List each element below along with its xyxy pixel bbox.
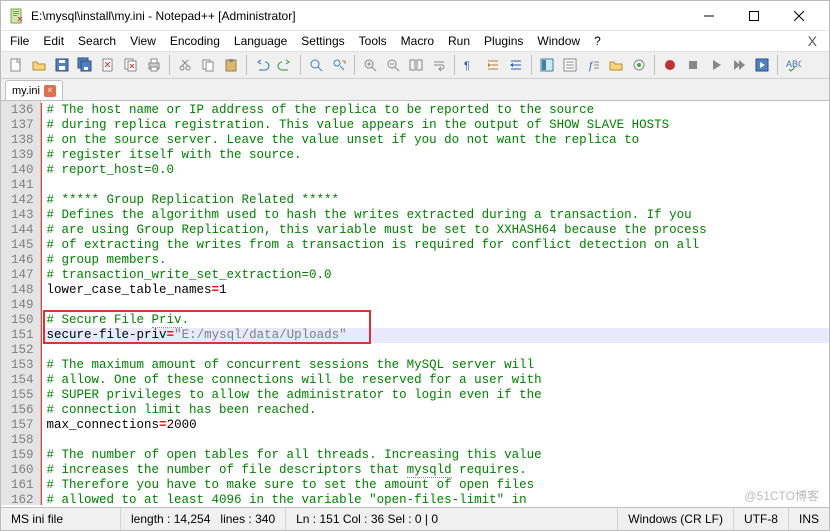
app-icon xyxy=(9,8,25,24)
show-ws-icon[interactable]: ¶ xyxy=(459,54,481,76)
print-icon[interactable] xyxy=(143,54,165,76)
copy-icon[interactable] xyxy=(197,54,219,76)
save-macro-icon[interactable] xyxy=(751,54,773,76)
folder-view-icon[interactable] xyxy=(605,54,627,76)
zoom-out-icon[interactable] xyxy=(382,54,404,76)
close-file-icon[interactable] xyxy=(97,54,119,76)
menu-plugins[interactable]: Plugins xyxy=(477,32,530,50)
func-list-icon[interactable]: ƒ xyxy=(582,54,604,76)
close-all-icon[interactable] xyxy=(120,54,142,76)
status-eol[interactable]: Windows (CR LF) xyxy=(618,508,734,530)
menu-tools[interactable]: Tools xyxy=(352,32,394,50)
status-encoding[interactable]: UTF-8 xyxy=(734,508,789,530)
tab-label: my.ini xyxy=(12,85,40,97)
doc-map-icon[interactable] xyxy=(536,54,558,76)
svg-text:ƒ: ƒ xyxy=(588,60,594,72)
menu-run[interactable]: Run xyxy=(441,32,477,50)
show-indent-icon[interactable] xyxy=(482,54,504,76)
status-length: length : 14,254 lines : 340 xyxy=(121,508,286,530)
menu-window[interactable]: Window xyxy=(530,32,587,50)
menu-macro[interactable]: Macro xyxy=(394,32,441,50)
doc-list-icon[interactable] xyxy=(559,54,581,76)
menu-file[interactable]: File xyxy=(3,32,36,50)
menu-close-x[interactable]: X xyxy=(808,33,827,49)
editor: 136137138 139140141 142143144 145146147 … xyxy=(1,101,829,505)
new-file-icon[interactable] xyxy=(5,54,27,76)
menu-help[interactable]: ? xyxy=(587,32,608,50)
menu-settings[interactable]: Settings xyxy=(294,32,351,50)
line-number-gutter: 136137138 139140141 142143144 145146147 … xyxy=(1,101,41,505)
redo-icon[interactable] xyxy=(274,54,296,76)
tab-close-icon[interactable]: × xyxy=(44,85,56,97)
tab-bar: my.ini × xyxy=(1,79,829,101)
open-file-icon[interactable] xyxy=(28,54,50,76)
title-bar: E:\mysql\install\my.ini - Notepad++ [Adm… xyxy=(1,1,829,31)
menu-search[interactable]: Search xyxy=(71,32,123,50)
svg-text:¶: ¶ xyxy=(464,60,470,72)
sync-scroll-icon[interactable] xyxy=(405,54,427,76)
record-macro-icon[interactable] xyxy=(659,54,681,76)
stop-macro-icon[interactable] xyxy=(682,54,704,76)
menu-edit[interactable]: Edit xyxy=(36,32,71,50)
cut-icon[interactable] xyxy=(174,54,196,76)
status-bar: MS ini file length : 14,254 lines : 340 … xyxy=(1,507,829,530)
find-icon[interactable] xyxy=(305,54,327,76)
menu-language[interactable]: Language xyxy=(227,32,294,50)
paste-icon[interactable] xyxy=(220,54,242,76)
save-icon[interactable] xyxy=(51,54,73,76)
close-button[interactable] xyxy=(776,1,821,30)
monitor-icon[interactable] xyxy=(628,54,650,76)
save-all-icon[interactable] xyxy=(74,54,96,76)
spellcheck-icon[interactable]: ABC xyxy=(782,54,804,76)
zoom-in-icon[interactable] xyxy=(359,54,381,76)
show-eol-icon[interactable] xyxy=(505,54,527,76)
status-ins[interactable]: INS xyxy=(789,508,829,530)
undo-icon[interactable] xyxy=(251,54,273,76)
tab-my-ini[interactable]: my.ini × xyxy=(5,80,63,100)
status-filetype: MS ini file xyxy=(1,508,121,530)
editor-content[interactable]: # The host name or IP address of the rep… xyxy=(41,101,829,505)
window-title: E:\mysql\install\my.ini - Notepad++ [Adm… xyxy=(31,9,686,23)
minimize-button[interactable] xyxy=(686,1,731,30)
replace-icon[interactable] xyxy=(328,54,350,76)
maximize-button[interactable] xyxy=(731,1,776,30)
play-multi-icon[interactable] xyxy=(728,54,750,76)
status-pos: Ln : 151 Col : 36 Sel : 0 | 0 xyxy=(286,508,618,530)
menu-bar: File Edit Search View Encoding Language … xyxy=(1,31,829,51)
toolbar: ¶ ƒ ABC xyxy=(1,51,829,79)
menu-view[interactable]: View xyxy=(123,32,163,50)
wrap-icon[interactable] xyxy=(428,54,450,76)
play-macro-icon[interactable] xyxy=(705,54,727,76)
svg-text:ABC: ABC xyxy=(786,59,801,69)
menu-encoding[interactable]: Encoding xyxy=(163,32,227,50)
